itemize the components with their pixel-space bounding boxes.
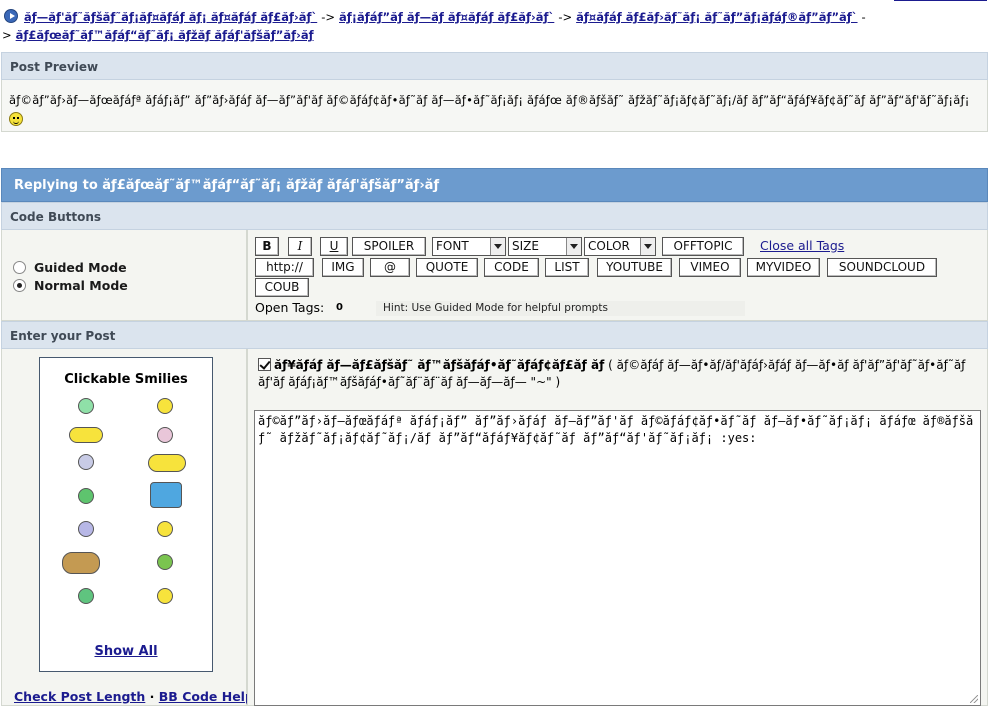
open-tags-count: 0 — [336, 302, 343, 313]
code-buttons-header: Code Buttons — [1, 202, 988, 230]
italic-button[interactable]: I — [288, 237, 312, 256]
alien-icon[interactable] — [78, 398, 94, 414]
normal-mode-radio[interactable] — [13, 278, 26, 292]
preview-text: ăƒ©ăƒ”ăƒ›ăƒ—ăƒœăƒáƒª ăƒáƒ¡ăƒ” ăƒ”ăƒ›ăƒáƒ… — [9, 93, 970, 107]
chevron-down-icon — [566, 238, 581, 255]
code-button[interactable]: CODE — [484, 258, 539, 277]
guided-mode-radio[interactable] — [13, 260, 26, 274]
breadcrumb-link-2[interactable]: ăƒ¡ăƒáƒ”ăƒ ăƒ—ăƒ ăƒ¤ăƒáƒ ăƒ£ăƒ›ăƒ` — [339, 10, 554, 24]
show-all-smilies-link[interactable]: Show All — [40, 644, 212, 659]
post-preview-body: ăƒ©ăƒ”ăƒ›ăƒ—ăƒœăƒáƒª ăƒáƒ¡ăƒ” ăƒ”ăƒ›ăƒáƒ… — [1, 80, 988, 132]
hint-text: Hint: Use Guided Mode for helpful prompt… — [376, 301, 745, 316]
viking-icon[interactable] — [62, 552, 100, 574]
bbcode-toolbar: B I U SPOILER FONT SIZE COLOR OFFTOPIC C… — [247, 230, 988, 321]
coub-button[interactable]: COUB — [255, 278, 309, 297]
drowning-icon[interactable] — [150, 482, 182, 508]
breadcrumb: ăƒ—ăƒ'ăƒ˜ăƒšăƒ˜ăƒ¡ăƒ¤ăƒáƒ ăƒ¡ ăƒ¤ăƒáƒ ăƒ… — [2, 8, 997, 44]
cool-icon[interactable] — [78, 521, 94, 537]
color-select[interactable]: COLOR — [584, 237, 656, 256]
keyboard-checkbox-label: ăƒ¥ăƒáƒ ăƒ—ăƒ£ăƒšăƒ˜ ăƒ™ăƒšăƒáƒ•ăƒ˜ăƒáƒ¢… — [274, 358, 605, 372]
check-post-length-link[interactable]: Check Post Length — [14, 689, 145, 704]
hide-icon[interactable] — [157, 588, 173, 604]
post-tools-links: Check Post Length · BB Code Help — [14, 689, 254, 704]
top-edge-link-underline — [894, 0, 987, 1]
font-select[interactable]: FONT — [432, 237, 506, 256]
myvideo-button[interactable]: MYVIDEO — [747, 258, 820, 277]
spoiler-button[interactable]: SPOILER — [352, 237, 426, 256]
breadcrumb-link-1[interactable]: ăƒ—ăƒ'ăƒ˜ăƒšăƒ˜ăƒ¡ăƒ¤ăƒáƒ ăƒ¡ ăƒ¤ăƒáƒ ăƒ… — [24, 10, 317, 24]
size-select-value: SIZE — [512, 239, 539, 253]
post-preview-header: Post Preview — [1, 52, 988, 80]
keyboard-checkbox[interactable] — [258, 358, 271, 371]
post-textarea[interactable]: ăƒ©ăƒ”ăƒ›ăƒ—ăƒœăƒáƒª ăƒáƒ¡ăƒ” ăƒ”ăƒ›ăƒáƒ… — [254, 410, 981, 706]
youtube-button[interactable]: YOUTUBE — [597, 258, 672, 277]
color-select-value: COLOR — [588, 239, 630, 253]
link-separator: · — [149, 689, 155, 704]
img-button[interactable]: IMG — [322, 258, 364, 277]
blink-icon[interactable] — [78, 588, 94, 604]
soundcloud-button[interactable]: SOUNDCLOUD — [827, 258, 937, 277]
smilies-panel: Clickable Smilies Show All — [39, 357, 213, 672]
breadcrumb-separator: -> — [321, 10, 336, 24]
list-button[interactable]: LIST — [545, 258, 589, 277]
chevron-down-icon — [640, 238, 655, 255]
twins-icon[interactable] — [69, 427, 103, 443]
breadcrumb-link-3[interactable]: ăƒ¤ăƒáƒ ăƒ£ăƒ›ăƒ˜ăƒ¡ ăƒ˜ăƒ”ăƒ¡ăƒáƒ®ăƒ”ăƒ… — [576, 10, 857, 24]
guided-mode-option[interactable]: Guided Mode — [13, 258, 246, 276]
bb-code-help-link[interactable]: BB Code Help — [159, 689, 254, 704]
post-editor-column: ăƒ¥ăƒáƒ ăƒ—ăƒ£ăƒšăƒ˜ ăƒ™ăƒšăƒáƒ•ăƒ˜ăƒáƒ¢… — [247, 349, 988, 706]
guided-mode-label: Guided Mode — [34, 259, 127, 275]
close-all-tags-link[interactable]: Close all Tags — [760, 238, 844, 253]
normal-mode-label: Normal Mode — [34, 277, 128, 293]
quote-button[interactable]: QUOTE — [416, 258, 478, 277]
normal-mode-option[interactable]: Normal Mode — [13, 276, 246, 294]
breadcrumb-link-4[interactable]: ăƒ£ăƒœăƒ˜ăƒ™ăƒáƒ“ăƒ˜ăƒ¡ ăƒžăƒ ăƒáƒ'ăƒšăƒ… — [16, 28, 314, 42]
bold-button[interactable]: B — [255, 237, 279, 256]
size-select[interactable]: SIZE — [508, 237, 582, 256]
mode-selector: Guided Mode Normal Mode — [1, 230, 247, 321]
eye-roll-icon[interactable] — [157, 427, 173, 443]
vimeo-button[interactable]: VIMEO — [679, 258, 741, 277]
reply-title: Replying to ăƒ£ăƒœăƒ˜ăƒ™ăƒáƒ“ăƒ˜ăƒ¡ ăƒžă… — [1, 168, 988, 202]
enter-post-header: Enter your Post — [1, 321, 988, 349]
font-select-value: FONT — [436, 239, 469, 253]
frog-icon[interactable] — [78, 488, 94, 504]
offtopic-button[interactable]: OFFTOPIC — [662, 237, 744, 256]
peace-icon[interactable] — [157, 521, 173, 537]
smilies-title: Clickable Smilies — [64, 372, 188, 387]
smile-icon — [9, 112, 23, 126]
underline-button[interactable]: U — [320, 237, 348, 256]
ghost-icon[interactable] — [78, 454, 94, 470]
smilies-column: Clickable Smilies Show All Check Post Le… — [1, 349, 254, 706]
juggle-icon[interactable] — [148, 454, 186, 472]
chevron-down-icon — [490, 238, 505, 255]
army-icon[interactable] — [157, 554, 173, 570]
arrow-circle-icon[interactable] — [4, 9, 18, 23]
url-button[interactable]: http:// — [255, 258, 314, 277]
resize-grip-icon[interactable] — [970, 695, 978, 703]
mention-button[interactable]: @ — [370, 258, 410, 277]
keyboard-toggle: ăƒ¥ăƒáƒ ăƒ—ăƒ£ăƒšăƒ˜ ăƒ™ăƒšăƒáƒ•ăƒ˜ăƒáƒ¢… — [258, 357, 978, 391]
open-tags-label: Open Tags: — [255, 300, 325, 315]
smile-icon[interactable] — [157, 398, 173, 414]
breadcrumb-separator: -> — [558, 10, 573, 24]
